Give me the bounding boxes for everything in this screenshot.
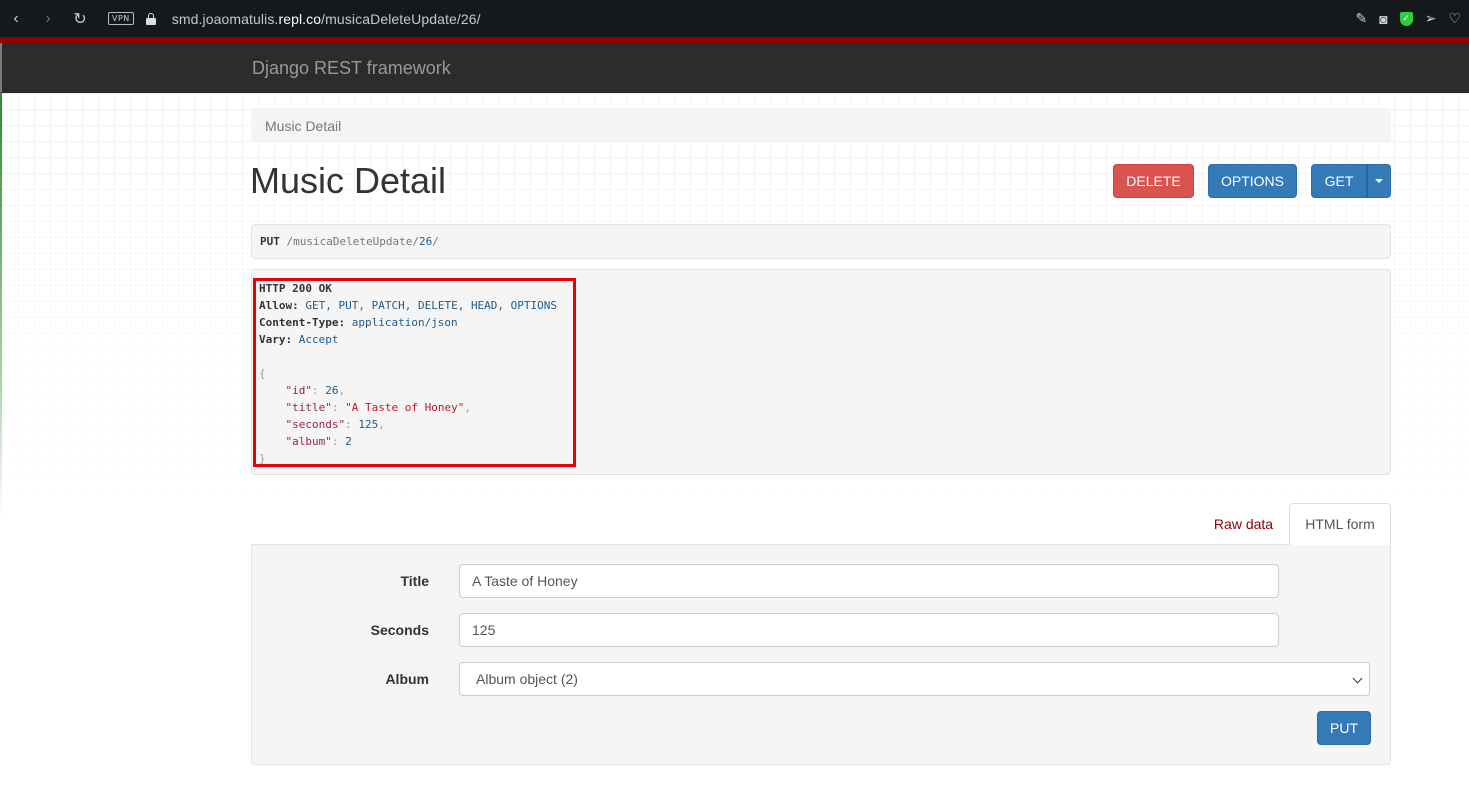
navbar: Django REST framework <box>0 43 1469 93</box>
response-content: HTTP 200 OK Allow: GET, PUT, PATCH, DELE… <box>259 282 558 465</box>
caret-down-icon <box>1375 179 1383 183</box>
delete-button[interactable]: DELETE <box>1113 164 1194 198</box>
reload-icon[interactable]: ↻ <box>64 0 96 37</box>
request-method: PUT <box>260 235 280 248</box>
album-label: Album <box>385 671 429 687</box>
seconds-input[interactable]: 125 <box>459 613 1279 647</box>
tab-raw-data[interactable]: Raw data <box>1200 503 1287 545</box>
seconds-label: Seconds <box>370 622 429 638</box>
json-number: 2 <box>345 435 352 448</box>
header-allow-value: GET, PUT, PATCH, DELETE, HEAD, OPTIONS <box>305 299 558 312</box>
header-vary-key: Vary: <box>259 333 293 346</box>
forward-icon[interactable]: › <box>32 0 64 37</box>
lock-icon[interactable] <box>145 12 156 25</box>
json-key: "title" <box>285 401 332 414</box>
back-icon[interactable]: ‹ <box>0 0 32 37</box>
request-path-sep: / <box>412 235 419 248</box>
json-number: 125 <box>358 418 379 431</box>
json-number: 26 <box>325 384 339 397</box>
toolbar-icons: ✎ ◙ ✓ ➢ ♡ <box>1356 0 1462 37</box>
request-path-id: 26 <box>418 235 433 248</box>
header-allow-key: Allow: <box>259 299 299 312</box>
request-path-sep: / <box>432 235 439 248</box>
vpn-badge[interactable]: VPN <box>108 12 134 25</box>
title-label: Title <box>400 573 429 589</box>
request-path-segment: musicaDeleteUpdate <box>293 235 413 248</box>
url-path: /musicaDeleteUpdate/26/ <box>321 10 481 27</box>
url-prefix: smd.joaomatulis. <box>171 10 279 27</box>
json-close-brace: } <box>259 452 266 465</box>
album-select[interactable]: Album object (2) <box>459 662 1370 696</box>
header-content-type-value: application/json <box>351 316 458 329</box>
get-format-dropdown[interactable] <box>1367 164 1391 198</box>
camera-icon[interactable]: ◙ <box>1379 11 1387 27</box>
json-string: "A Taste of Honey" <box>345 401 465 414</box>
edit-icon[interactable]: ✎ <box>1356 10 1368 27</box>
header-content-type-key: Content-Type: <box>259 316 346 329</box>
response-status: HTTP 200 OK <box>259 282 332 295</box>
breadcrumb: Music Detail <box>251 108 1391 143</box>
album-selected-value: Album object (2) <box>476 671 578 687</box>
address-bar[interactable]: smd.joaomatulis.repl.co/musicaDeleteUpda… <box>172 11 481 27</box>
json-open-brace: { <box>259 367 266 380</box>
get-button[interactable]: GET <box>1311 164 1367 198</box>
options-button[interactable]: OPTIONS <box>1208 164 1297 198</box>
url-domain: repl.co <box>278 10 322 27</box>
title-input[interactable]: A Taste of Honey <box>459 564 1279 598</box>
request-info: PUT /musicaDeleteUpdate/26/ <box>251 224 1391 259</box>
json-key: "id" <box>285 384 313 397</box>
json-key: "album" <box>285 435 332 448</box>
chevron-down-icon <box>1352 673 1363 684</box>
breadcrumb-item: Music Detail <box>265 118 342 134</box>
heart-icon[interactable]: ♡ <box>1448 10 1461 27</box>
put-button[interactable]: PUT <box>1317 711 1371 745</box>
navbar-brand[interactable]: Django REST framework <box>252 58 451 79</box>
send-icon[interactable]: ➢ <box>1425 10 1437 27</box>
browser-toolbar: ‹ › ↻ VPN smd.joaomatulis.repl.co/musica… <box>0 0 1469 37</box>
header-vary-value: Accept <box>298 333 339 346</box>
page-title: Music Detail <box>250 160 447 201</box>
shield-icon[interactable]: ✓ <box>1399 11 1413 26</box>
json-key: "seconds" <box>285 418 346 431</box>
tab-html-form[interactable]: HTML form <box>1289 503 1391 545</box>
